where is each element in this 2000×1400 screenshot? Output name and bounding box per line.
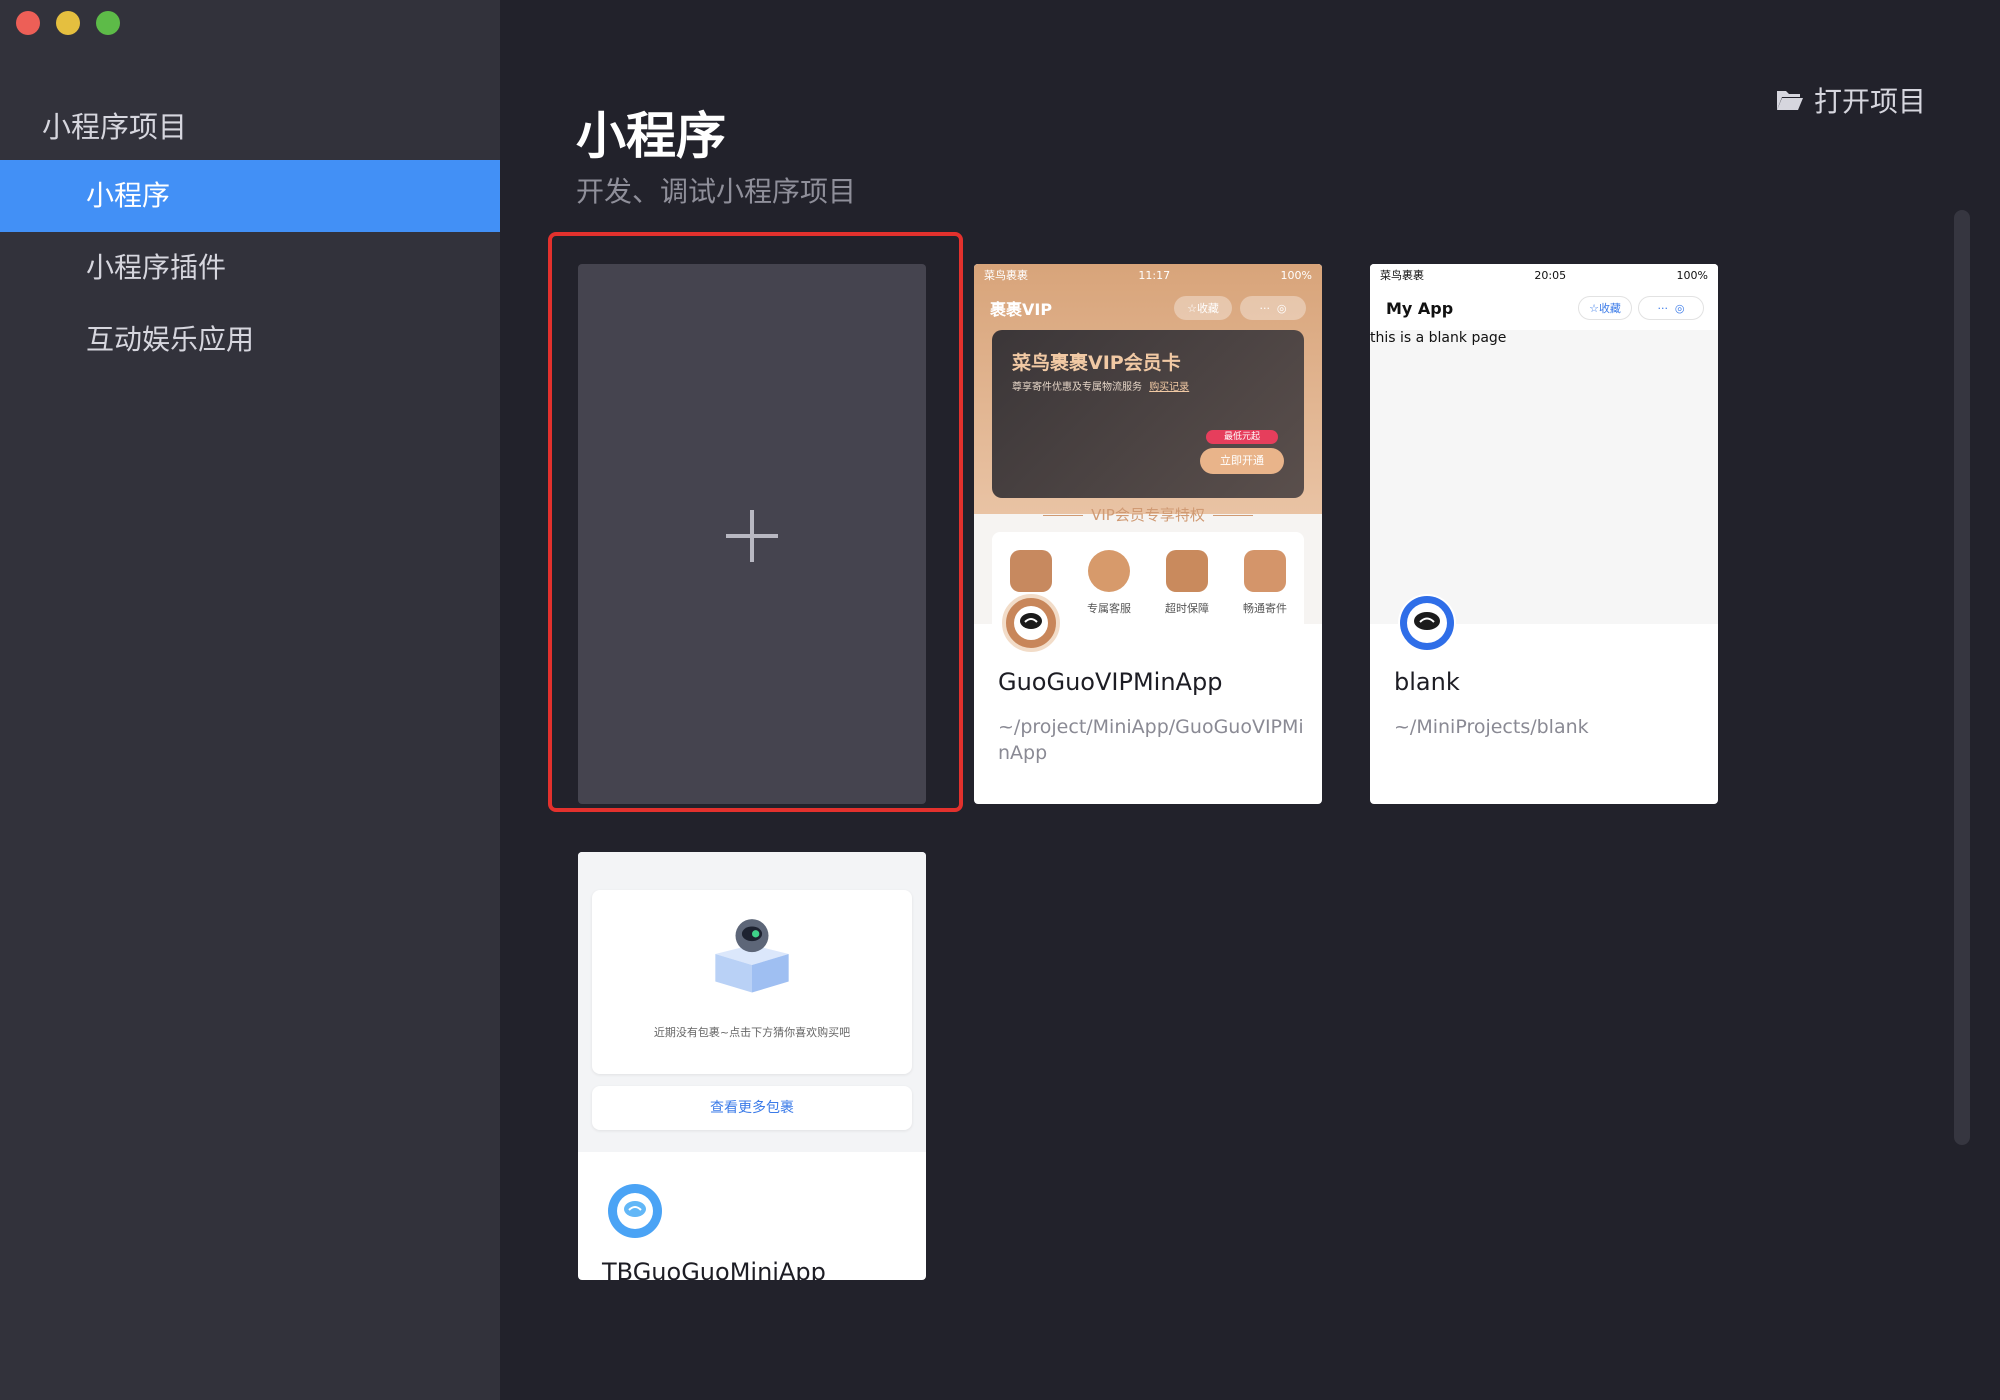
- robot-icon: [608, 1184, 662, 1238]
- project-preview: 菜鸟裹裹 20:05 100% My App ☆ 收藏 ··· ◎ this is…: [1370, 264, 1718, 624]
- vip-card-subtitle: 尊享寄件优惠及专属物流服务 购买记录: [1012, 378, 1189, 393]
- sidebar-group-title: 小程序项目: [42, 110, 188, 144]
- main-panel: 小程序 开发、调试小程序项目 打开项目 菜鸟裹裹 11:17 100% 裹裹VI…: [500, 0, 2000, 1400]
- status-battery: 100%: [1280, 268, 1312, 282]
- perk-service-icon: [1088, 550, 1130, 592]
- scrollbar[interactable]: [1954, 210, 1970, 1145]
- fav-label: 收藏: [1598, 302, 1621, 315]
- more-icon: ··· ◎: [1657, 301, 1685, 315]
- project-card-guoguovip[interactable]: 菜鸟裹裹 11:17 100% 裹裹VIP ☆ 收藏 ··· ◎ 菜鸟裹裹VIP会…: [974, 264, 1322, 804]
- robot-icon: [1014, 606, 1048, 640]
- fav-capsule: ☆ 收藏: [1578, 296, 1632, 320]
- minimize-window-button[interactable]: [56, 11, 80, 35]
- status-battery: 100%: [1676, 268, 1708, 282]
- project-name: blank: [1394, 668, 1460, 696]
- empty-state-panel: 近期没有包裹~点击下方猜你喜欢购买吧: [592, 890, 912, 1074]
- open-project-button[interactable]: 打开项目: [1776, 80, 1926, 120]
- status-time: 20:05: [1534, 268, 1567, 282]
- menu-capsule: ··· ◎: [1638, 296, 1704, 320]
- perk-label: 专属客服: [1087, 602, 1131, 615]
- project-name: TBGuoGuoMiniApp: [602, 1258, 826, 1280]
- menu-capsule: ··· ◎: [1240, 296, 1306, 320]
- project-name: GuoGuoVIPMinApp: [998, 668, 1223, 696]
- vip-section-label: VIP会员专享特权: [1091, 506, 1205, 524]
- project-avatar: [1002, 594, 1060, 652]
- project-avatar: [1398, 594, 1456, 652]
- preview-status-bar: 菜鸟裹裹 11:17 100%: [974, 264, 1322, 286]
- project-card-tbguoguo[interactable]: 近期没有包裹~点击下方猜你喜欢购买吧 查看更多包裹 TBGuoGuoMiniAp…: [578, 852, 926, 1280]
- project-preview: 菜鸟裹裹 11:17 100% 裹裹VIP ☆ 收藏 ··· ◎ 菜鸟裹裹VIP会…: [974, 264, 1322, 624]
- sidebar: 小程序项目 小程序 小程序插件 互动娱乐应用: [0, 0, 500, 1400]
- fav-capsule: ☆ 收藏: [1174, 296, 1232, 320]
- vip-card-title: 菜鸟裹裹VIP会员卡: [1012, 352, 1181, 374]
- sidebar-item-plugin[interactable]: 小程序插件: [0, 232, 500, 304]
- status-carrier: 菜鸟裹裹: [1380, 269, 1424, 282]
- folder-open-icon: [1776, 91, 1803, 110]
- project-card-blank[interactable]: 菜鸟裹裹 20:05 100% My App ☆ 收藏 ··· ◎ this is…: [1370, 264, 1718, 804]
- plus-icon-horizontal: [726, 534, 778, 538]
- vip-badge: 最低元起: [1206, 430, 1278, 444]
- new-project-card[interactable]: [578, 264, 926, 804]
- status-time: 11:17: [1138, 268, 1171, 282]
- project-avatar: [606, 1182, 664, 1240]
- app-window: 小程序项目 小程序 小程序插件 互动娱乐应用 小程序 开发、调试小程序项目 打开…: [0, 0, 2000, 1400]
- preview-status-bar: 菜鸟裹裹 20:05 100%: [1370, 264, 1718, 286]
- vip-card-sub-text: 尊享寄件优惠及专属物流服务: [1012, 382, 1142, 393]
- robot-icon: [1400, 596, 1454, 650]
- perk-label: 超时保障: [1165, 602, 1209, 615]
- page-title: 小程序: [576, 107, 726, 165]
- empty-state-text: 近期没有包裹~点击下方猜你喜欢购买吧: [653, 1026, 851, 1039]
- perk-label: 畅通寄件: [1243, 602, 1287, 615]
- project-path: ~/MiniProjects/blank: [1394, 716, 1589, 738]
- zoom-window-button[interactable]: [96, 11, 120, 35]
- project-path: ~/project/MiniApp/GuoGuoVIPMinApp: [998, 716, 1304, 764]
- vip-section-title: VIP会员专享特权: [974, 504, 1322, 525]
- empty-box-robot-icon: [715, 919, 789, 993]
- star-icon: ☆: [1589, 301, 1599, 315]
- more-icon: ··· ◎: [1259, 301, 1287, 315]
- vip-card-link: 购买记录: [1149, 382, 1190, 393]
- close-window-button[interactable]: [16, 11, 40, 35]
- perk-timeout-icon: [1166, 550, 1208, 592]
- preview-body-text: this is a blank page: [1370, 330, 1507, 346]
- perk-coupon-icon: [1010, 550, 1052, 592]
- sidebar-item-interactive-app[interactable]: 互动娱乐应用: [0, 304, 500, 376]
- status-carrier: 菜鸟裹裹: [984, 269, 1028, 282]
- page-subtitle: 开发、调试小程序项目: [576, 175, 857, 208]
- fav-label: 收藏: [1196, 302, 1219, 315]
- vip-cta-button: 立即开通: [1200, 448, 1284, 474]
- sidebar-item-miniprogram[interactable]: 小程序: [0, 160, 500, 232]
- perk-delivery-icon: [1244, 550, 1286, 592]
- view-more-button: 查看更多包裹: [592, 1086, 912, 1130]
- star-icon: ☆: [1187, 301, 1197, 315]
- open-project-label: 打开项目: [1813, 85, 1926, 118]
- vip-card: 菜鸟裹裹VIP会员卡 尊享寄件优惠及专属物流服务 购买记录 最低元起 立即开通: [992, 330, 1304, 498]
- project-preview: 近期没有包裹~点击下方猜你喜欢购买吧 查看更多包裹: [578, 852, 926, 1152]
